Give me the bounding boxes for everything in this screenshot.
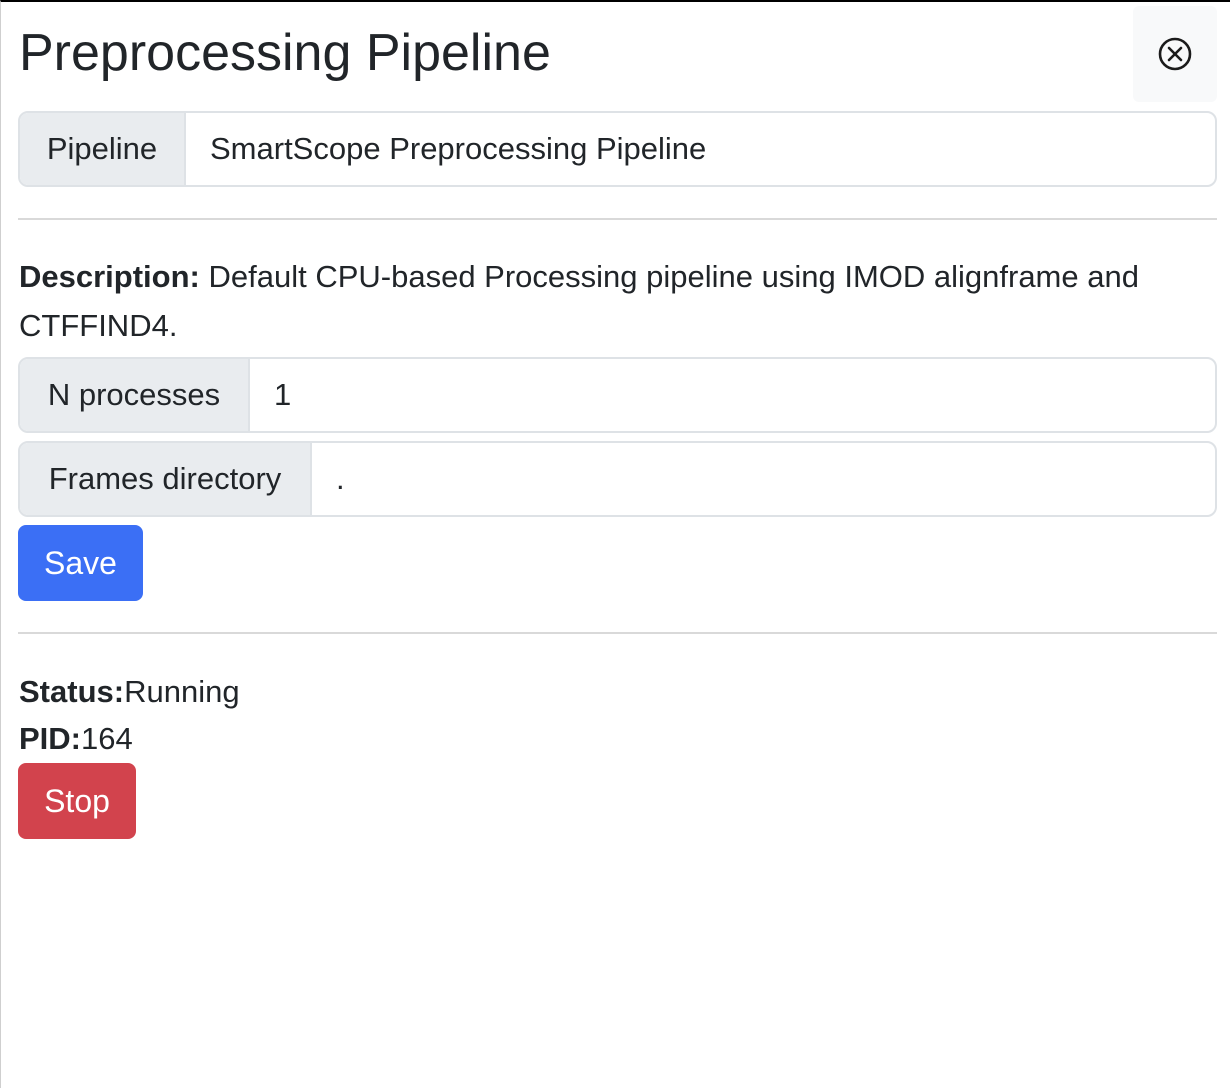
divider [18, 218, 1217, 220]
frames-directory-input[interactable] [336, 461, 1191, 497]
pid-value: 164 [81, 721, 133, 756]
stop-button[interactable]: Stop [18, 763, 136, 839]
status-label: Status: [19, 674, 125, 709]
n-processes-group: N processes [18, 357, 1217, 433]
frames-directory-group: Frames directory [18, 441, 1217, 517]
pipeline-description: Description: Default CPU-based Processin… [19, 252, 1209, 350]
frames-directory-label: Frames directory [20, 443, 312, 515]
n-processes-input[interactable] [274, 377, 1191, 413]
pid-line: PID:164 [19, 719, 133, 759]
save-button[interactable]: Save [18, 525, 143, 601]
pipeline-label: Pipeline [20, 113, 186, 185]
description-label: Description: [19, 259, 200, 294]
n-processes-field-wrap [250, 359, 1215, 431]
pipeline-select[interactable]: SmartScope Preprocessing Pipeline [186, 113, 1215, 185]
modal-panel: Preprocessing Pipeline Pipeline SmartSco… [0, 0, 1230, 1088]
frames-directory-field-wrap [312, 443, 1215, 515]
close-icon [1158, 37, 1192, 71]
page-title: Preprocessing Pipeline [19, 24, 551, 82]
pipeline-select-group: Pipeline SmartScope Preprocessing Pipeli… [18, 111, 1217, 187]
status-value: Running [124, 674, 240, 709]
pid-label: PID: [19, 721, 81, 756]
status-line: Status:Running [19, 672, 240, 712]
n-processes-label: N processes [20, 359, 250, 431]
close-button[interactable] [1133, 6, 1217, 102]
divider [18, 632, 1217, 634]
